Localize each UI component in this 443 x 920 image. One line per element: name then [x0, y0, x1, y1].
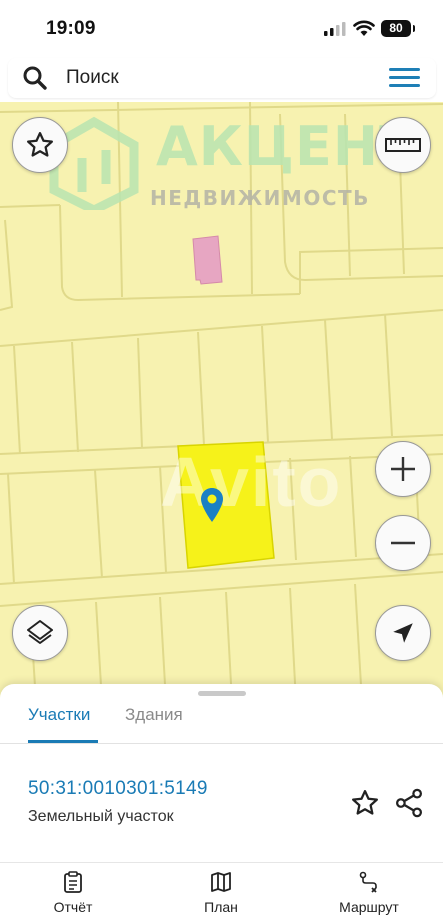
wifi-icon: [353, 20, 375, 36]
menu-icon[interactable]: [389, 68, 420, 88]
minus-icon: [391, 541, 415, 545]
my-location-button[interactable]: [375, 605, 431, 661]
plus-icon: [391, 457, 415, 481]
nav-report-label: Отчёт: [53, 899, 93, 915]
cadastral-number[interactable]: 50:31:0010301:5149: [28, 778, 208, 800]
watermark-subtitle: НЕДВИЖИМОСТЬ: [150, 186, 370, 210]
avito-watermark: Avito: [160, 443, 343, 521]
parcel-type: Земельный участок: [28, 808, 174, 825]
star-icon: [27, 132, 53, 157]
nav-report[interactable]: Отчёт: [28, 871, 118, 915]
measure-button[interactable]: [375, 117, 431, 173]
layers-icon: [27, 620, 53, 644]
battery-indicator: 80: [381, 20, 415, 37]
nav-route[interactable]: Маршрут: [324, 871, 414, 915]
ruler-icon: [385, 138, 421, 152]
map-icon: [211, 872, 231, 892]
search-bar[interactable]: Поиск: [8, 58, 436, 98]
agency-watermark: АКЦЕНТ НЕДВИЖИМОСТЬ: [46, 110, 416, 220]
tab-parcels[interactable]: Участки: [28, 705, 98, 743]
sheet-drag-handle[interactable]: [198, 691, 246, 696]
nav-route-label: Маршрут: [339, 899, 399, 915]
report-clipboard-icon: [64, 871, 82, 893]
share-icon[interactable]: [394, 788, 424, 818]
tab-buildings[interactable]: Здания: [125, 705, 183, 743]
parcel-info-sheet: Участки Здания 50:31:0010301:5149 Земель…: [0, 684, 443, 862]
building-footprint: [192, 235, 223, 285]
status-time: 19:09: [46, 18, 96, 39]
bottom-navigation: Отчёт План Маршрут: [0, 862, 443, 920]
zoom-in-button[interactable]: [375, 441, 431, 497]
route-icon: [359, 871, 377, 893]
map-canvas[interactable]: АКЦЕНТ НЕДВИЖИМОСТЬ Avito: [0, 102, 443, 702]
status-bar: 19:09 80: [0, 0, 443, 56]
location-pin-icon[interactable]: [200, 487, 224, 523]
sheet-tabs: Участки Здания: [0, 704, 443, 744]
favorite-button[interactable]: [12, 117, 68, 173]
star-icon[interactable]: [350, 788, 380, 818]
nav-plan[interactable]: План: [176, 871, 266, 915]
layers-button[interactable]: [12, 605, 68, 661]
nav-plan-label: План: [204, 899, 238, 915]
zoom-out-button[interactable]: [375, 515, 431, 571]
search-icon: [23, 66, 47, 90]
cellular-signal-icon: [324, 22, 346, 36]
search-input[interactable]: Поиск: [66, 67, 119, 89]
navigation-arrow-icon: [393, 623, 413, 643]
